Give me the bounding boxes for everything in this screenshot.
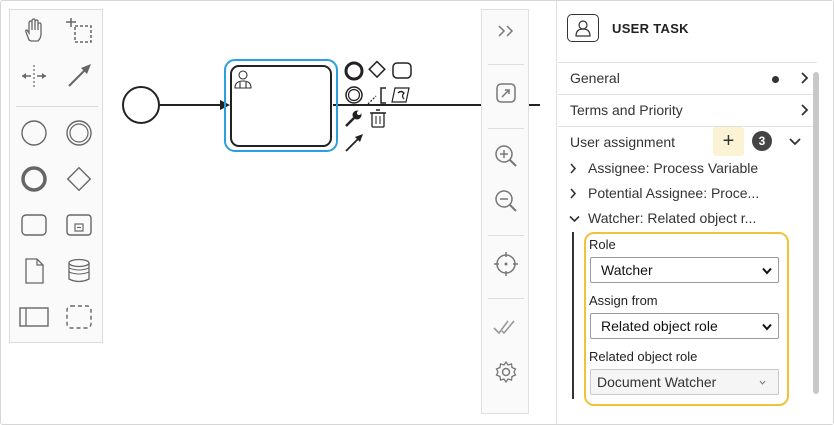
collapse-panel-icon[interactable] bbox=[486, 14, 526, 48]
context-pad bbox=[344, 60, 412, 152]
role-label: Role bbox=[589, 237, 616, 252]
user-task-icon bbox=[567, 14, 599, 42]
data-store-icon[interactable] bbox=[62, 254, 96, 288]
settings-icon[interactable] bbox=[486, 355, 526, 389]
chevron-down-icon bbox=[762, 323, 772, 331]
chevron-down-icon bbox=[762, 267, 772, 275]
trash-icon[interactable] bbox=[370, 109, 386, 128]
change-type-wrench-icon[interactable] bbox=[391, 87, 410, 103]
validate-icon[interactable] bbox=[486, 310, 526, 344]
changes-indicator-dot bbox=[772, 76, 779, 83]
chevron-down-icon bbox=[569, 215, 580, 223]
assignment-item-label: Potential Assignee: Proce... bbox=[588, 185, 760, 201]
assignment-item-label: Assignee: Process Variable bbox=[588, 160, 759, 176]
group-general[interactable]: General bbox=[558, 62, 817, 93]
connect-arrow-icon[interactable] bbox=[345, 134, 363, 152]
assignment-item-watcher[interactable]: Watcher: Related object r... bbox=[566, 208, 816, 230]
canvas-toolbar bbox=[481, 9, 529, 414]
group-icon[interactable] bbox=[62, 300, 96, 334]
assignment-item-assignee[interactable]: Assignee: Process Variable bbox=[566, 158, 816, 180]
role-select-value: Watcher bbox=[601, 262, 653, 278]
panel-title: USER TASK bbox=[612, 21, 689, 36]
group-user-assignment[interactable]: User assignment bbox=[558, 126, 817, 157]
intermediate-event-icon[interactable] bbox=[62, 116, 96, 150]
add-assignment-button[interactable]: + bbox=[713, 127, 744, 156]
gateway-icon[interactable] bbox=[62, 162, 96, 196]
hand-tool-icon[interactable] bbox=[17, 14, 51, 48]
role-select[interactable]: Watcher bbox=[590, 257, 779, 283]
append-end-event-icon[interactable] bbox=[344, 61, 364, 81]
task-icon[interactable] bbox=[17, 208, 51, 242]
minimap-icon[interactable] bbox=[486, 76, 526, 110]
related-object-role-select[interactable]: Document Watcher bbox=[590, 369, 779, 395]
toolbar-separator bbox=[488, 128, 524, 129]
panel-header: USER TASK bbox=[557, 1, 834, 57]
wrench-icon[interactable] bbox=[345, 110, 362, 127]
toolbar-separator bbox=[488, 298, 524, 299]
space-tool-icon[interactable] bbox=[17, 59, 51, 93]
start-event-icon[interactable] bbox=[17, 116, 51, 150]
palette-separator bbox=[16, 106, 98, 107]
chevron-right-icon bbox=[570, 188, 577, 199]
assignment-item-potential-assignee[interactable]: Potential Assignee: Proce... bbox=[566, 183, 816, 205]
pool-icon[interactable] bbox=[17, 300, 51, 334]
center-icon[interactable] bbox=[486, 247, 526, 281]
subprocess-icon[interactable] bbox=[62, 208, 96, 242]
start-event[interactable] bbox=[122, 86, 160, 124]
assign-from-label: Assign from bbox=[589, 293, 658, 308]
assignment-item-label: Watcher: Related object r... bbox=[588, 210, 757, 226]
related-object-role-label: Related object role bbox=[589, 349, 698, 364]
zoom-out-icon[interactable] bbox=[486, 184, 526, 218]
connect-tool-icon[interactable] bbox=[62, 59, 96, 93]
group-terms-label: Terms and Priority bbox=[570, 102, 683, 118]
group-terms-priority[interactable]: Terms and Priority bbox=[558, 94, 817, 125]
chevron-right-icon bbox=[570, 163, 577, 174]
chevron-down-icon bbox=[759, 380, 766, 385]
lasso-tool-icon[interactable] bbox=[62, 14, 96, 48]
assign-from-select-value: Related object role bbox=[601, 318, 718, 334]
chevron-right-icon bbox=[801, 104, 809, 116]
toolbar-separator bbox=[488, 64, 524, 65]
panel-scrollbar[interactable] bbox=[813, 72, 819, 394]
toolbar-separator bbox=[488, 235, 524, 236]
group-general-label: General bbox=[570, 70, 620, 86]
chevron-down-icon[interactable] bbox=[789, 137, 801, 147]
tool-palette bbox=[9, 9, 103, 343]
assign-from-select[interactable]: Related object role bbox=[590, 313, 779, 339]
zoom-in-icon[interactable] bbox=[486, 139, 526, 173]
data-object-icon[interactable] bbox=[17, 254, 51, 288]
assignment-count-badge: 3 bbox=[752, 131, 772, 151]
text-annotation-icon[interactable] bbox=[367, 87, 386, 105]
end-event-icon[interactable] bbox=[17, 162, 51, 196]
append-task-icon[interactable] bbox=[392, 62, 412, 79]
append-gateway-icon[interactable] bbox=[368, 60, 386, 79]
related-object-role-value: Document Watcher bbox=[597, 374, 717, 390]
chevron-right-icon bbox=[801, 72, 809, 84]
group-user-assignment-label: User assignment bbox=[570, 134, 676, 150]
tree-indent-line bbox=[572, 232, 574, 399]
